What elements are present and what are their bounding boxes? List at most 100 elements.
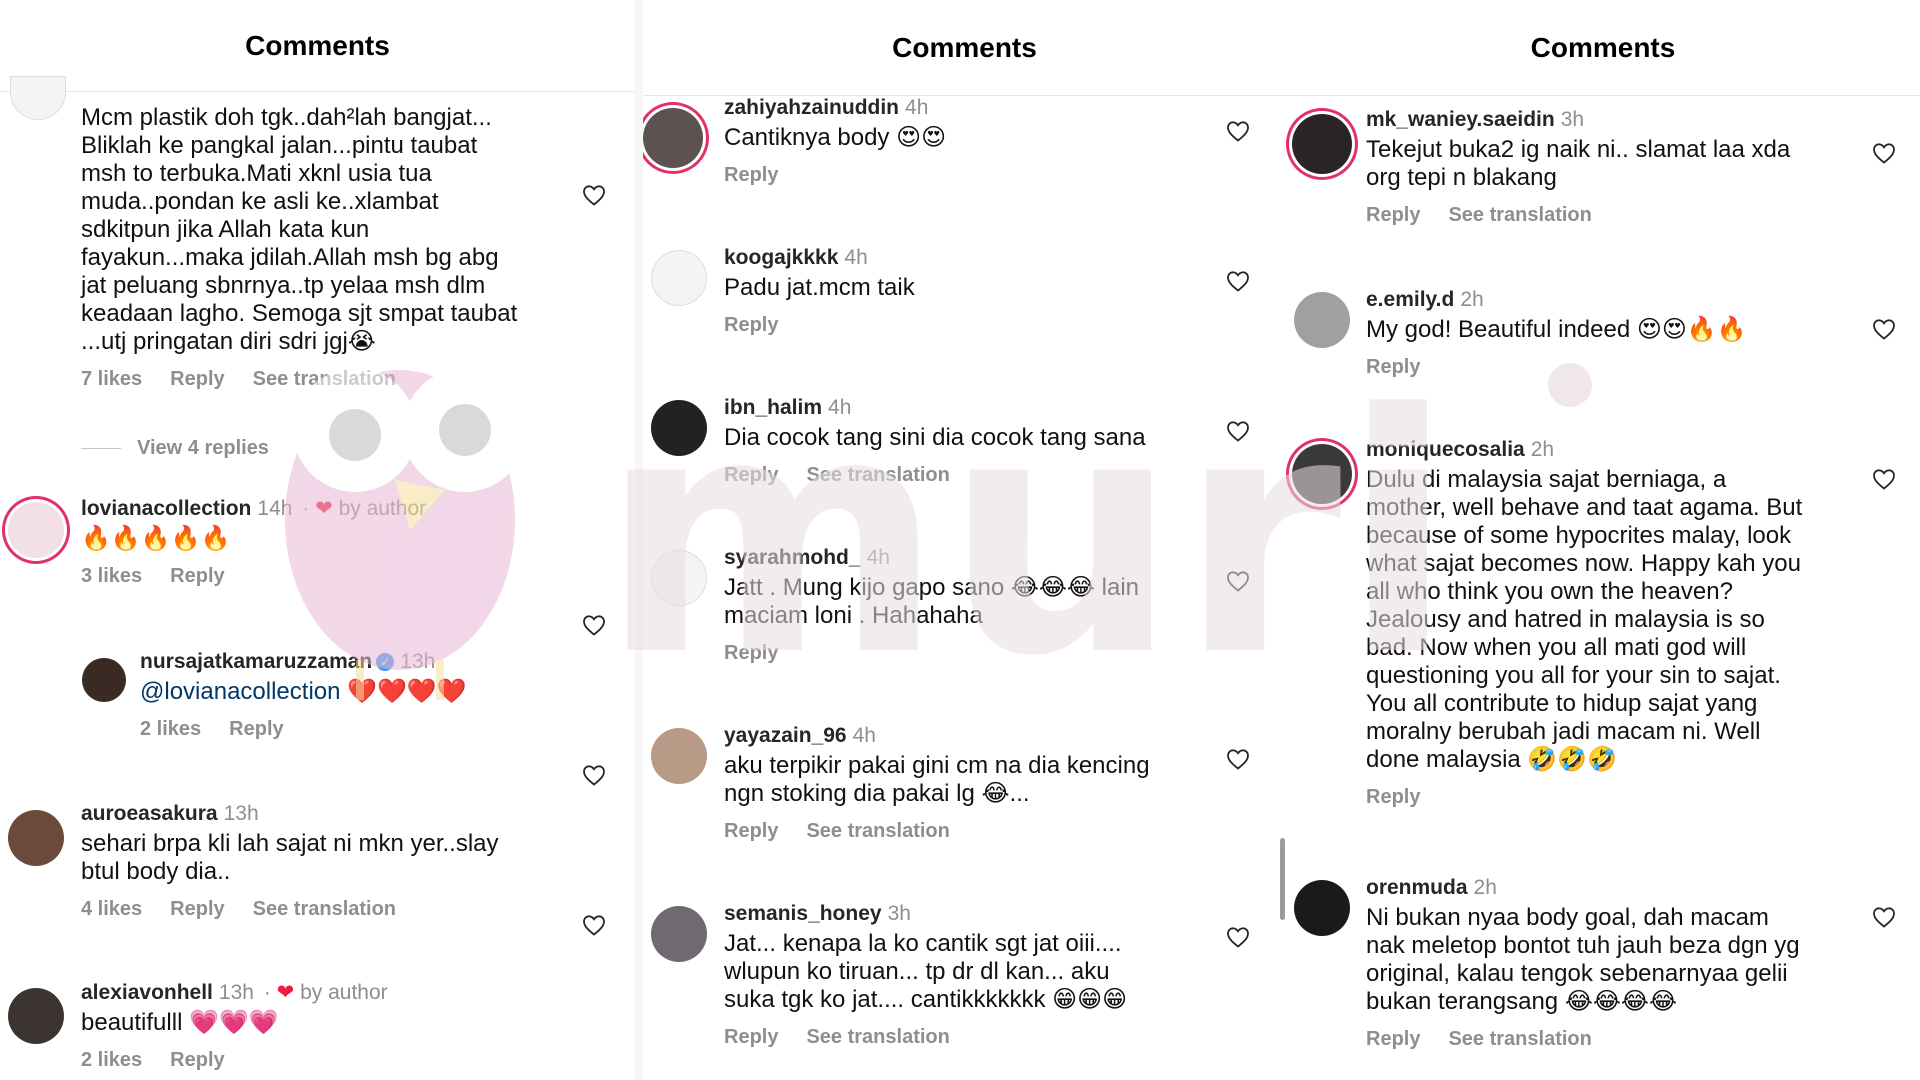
reply-button[interactable]: Reply [1366, 356, 1420, 378]
see-translation-button[interactable]: See translation [1448, 204, 1591, 226]
username[interactable]: alexiavonhell [81, 981, 213, 1004]
heart-outline-icon[interactable] [582, 764, 606, 788]
comment-meta: moniquecosalia 2h [1366, 438, 1866, 462]
reply-button[interactable]: Reply [724, 464, 778, 486]
heart-outline-icon[interactable] [1872, 468, 1896, 492]
scrollbar[interactable] [1280, 838, 1285, 920]
likes-count[interactable]: 2 likes [81, 1049, 142, 1071]
likes-count[interactable]: 3 likes [81, 565, 142, 587]
username[interactable]: yayazain_96 [724, 724, 847, 747]
comment-body: auroeasakura 13h sehari brpa kli lah saja… [81, 802, 581, 921]
panel-header: Comments [0, 0, 635, 92]
heart-outline-icon[interactable] [1872, 318, 1896, 342]
see-translation-button[interactable]: See translation [806, 820, 949, 842]
see-translation-button[interactable]: See translation [1448, 1028, 1591, 1050]
avatar[interactable] [651, 550, 707, 606]
avatar[interactable] [82, 658, 126, 702]
comment-body: alexiavonhell 13h · ❤ by author beautiful… [81, 980, 581, 1072]
heart-outline-icon[interactable] [1226, 270, 1250, 294]
see-translation-button[interactable]: See translation [253, 368, 396, 390]
comment-text: Dia cocok tang sini dia cocok tang sana [724, 424, 1146, 451]
avatar[interactable] [1294, 292, 1350, 348]
username[interactable]: orenmuda [1366, 876, 1468, 899]
likes-count[interactable]: 7 likes [81, 368, 142, 390]
avatar[interactable] [8, 810, 64, 866]
likes-count[interactable]: 2 likes [140, 718, 201, 740]
heart-outline-icon[interactable] [1226, 420, 1250, 444]
heart-outline-icon[interactable] [582, 914, 606, 938]
heart-outline-icon[interactable] [1226, 120, 1250, 144]
username[interactable]: koogajkkkk [724, 246, 838, 269]
comments-panel-2: Comments zahiyahzainuddin 4h Cantiknya bo… [643, 0, 1286, 1080]
username[interactable]: moniquecosalia [1366, 438, 1525, 461]
reply-button[interactable]: Reply [170, 898, 224, 920]
avatar[interactable] [8, 502, 64, 558]
heart-outline-icon[interactable] [1226, 926, 1250, 950]
reply-button[interactable]: Reply [170, 565, 224, 587]
reply-button[interactable]: Reply [1366, 204, 1420, 226]
username[interactable]: lovianacollection [81, 497, 251, 520]
heart-outline-icon[interactable] [1226, 748, 1250, 772]
comment-meta: koogajkkkk 4h [724, 246, 1224, 270]
timestamp: 3h [887, 902, 911, 925]
avatar[interactable] [1292, 114, 1352, 174]
avatar[interactable] [1294, 880, 1350, 936]
username[interactable]: mk_waniey.saeidin [1366, 108, 1555, 131]
comment-meta: mk_waniey.saeidin 3h [1366, 108, 1866, 132]
avatar[interactable] [10, 76, 66, 120]
reply-button[interactable]: Reply [170, 368, 224, 390]
heart-outline-icon[interactable] [582, 184, 606, 208]
reply-button[interactable]: Reply [724, 820, 778, 842]
reply-button[interactable]: Reply [724, 314, 778, 336]
reply-button[interactable]: Reply [724, 164, 778, 186]
comment-meta: lovianacollection 14h · ❤ by author [81, 496, 581, 521]
see-translation-button[interactable]: See translation [806, 464, 949, 486]
username[interactable]: auroeasakura [81, 802, 218, 825]
username[interactable]: ibn_halim [724, 396, 822, 419]
verified-badge-icon: ✓ [376, 653, 395, 672]
comment-body: zahiyahzainuddin 4h Cantiknya body 😍😍 Rep… [724, 96, 1224, 187]
see-translation-button[interactable]: See translation [806, 1026, 949, 1048]
heart-outline-icon[interactable] [1872, 142, 1896, 166]
thread-line [81, 448, 121, 449]
reply-button[interactable]: Reply [1366, 786, 1420, 808]
reply-button[interactable]: Reply [724, 642, 778, 664]
avatar[interactable] [651, 906, 707, 962]
username[interactable]: zahiyahzainuddin [724, 96, 899, 119]
username[interactable]: semanis_honey [724, 902, 882, 925]
view-replies-button[interactable]: View 4 replies [81, 437, 269, 460]
comment-body: mk_waniey.saeidin 3h Tekejut buka2 ig nai… [1366, 108, 1866, 227]
likes-count[interactable]: 4 likes [81, 898, 142, 920]
heart-outline-icon[interactable] [1872, 906, 1896, 930]
reply-button[interactable]: Reply [170, 1049, 224, 1071]
see-translation-button[interactable]: See translation [253, 898, 396, 920]
username[interactable]: e.emily.d [1366, 288, 1454, 311]
timestamp: 13h [223, 802, 259, 825]
comment-actions: Reply See translation [724, 820, 1234, 843]
reply-button[interactable]: Reply [724, 1026, 778, 1048]
reply-button[interactable]: Reply [1366, 1028, 1420, 1050]
comment-actions: 2 likes Reply [140, 718, 580, 741]
page-title: Comments [245, 29, 390, 61]
comment-actions: 4 likes Reply See translation [81, 898, 581, 921]
username[interactable]: nursajatkamaruzzaman [140, 650, 372, 673]
avatar[interactable] [1292, 444, 1352, 504]
comment-actions: Reply [1366, 356, 1866, 379]
heart-outline-icon[interactable] [582, 614, 606, 638]
reply-button[interactable]: Reply [229, 718, 283, 740]
avatar[interactable] [651, 728, 707, 784]
mention-link[interactable]: @lovianacollection [140, 678, 340, 705]
timestamp: 14h [257, 497, 293, 520]
comment-body: ibn_halim 4h Dia cocok tang sini dia coco… [724, 396, 1234, 487]
comment-text: Ni bukan nyaa body goal, dah macam nak m… [1366, 904, 1800, 1015]
avatar[interactable] [651, 400, 707, 456]
heart-outline-icon[interactable] [1226, 570, 1250, 594]
username[interactable]: syarahmohd_ [724, 546, 861, 569]
avatar[interactable] [8, 988, 64, 1044]
panel-header: Comments [643, 0, 1286, 96]
avatar[interactable] [651, 250, 707, 306]
comment-text: @lovianacollection ❤️❤️❤️❤️ [140, 678, 580, 706]
comment-text: Tekejut buka2 ig naik ni.. slamat laa xd… [1366, 136, 1791, 191]
comment-actions: Reply [724, 314, 1224, 337]
avatar[interactable] [643, 108, 703, 168]
